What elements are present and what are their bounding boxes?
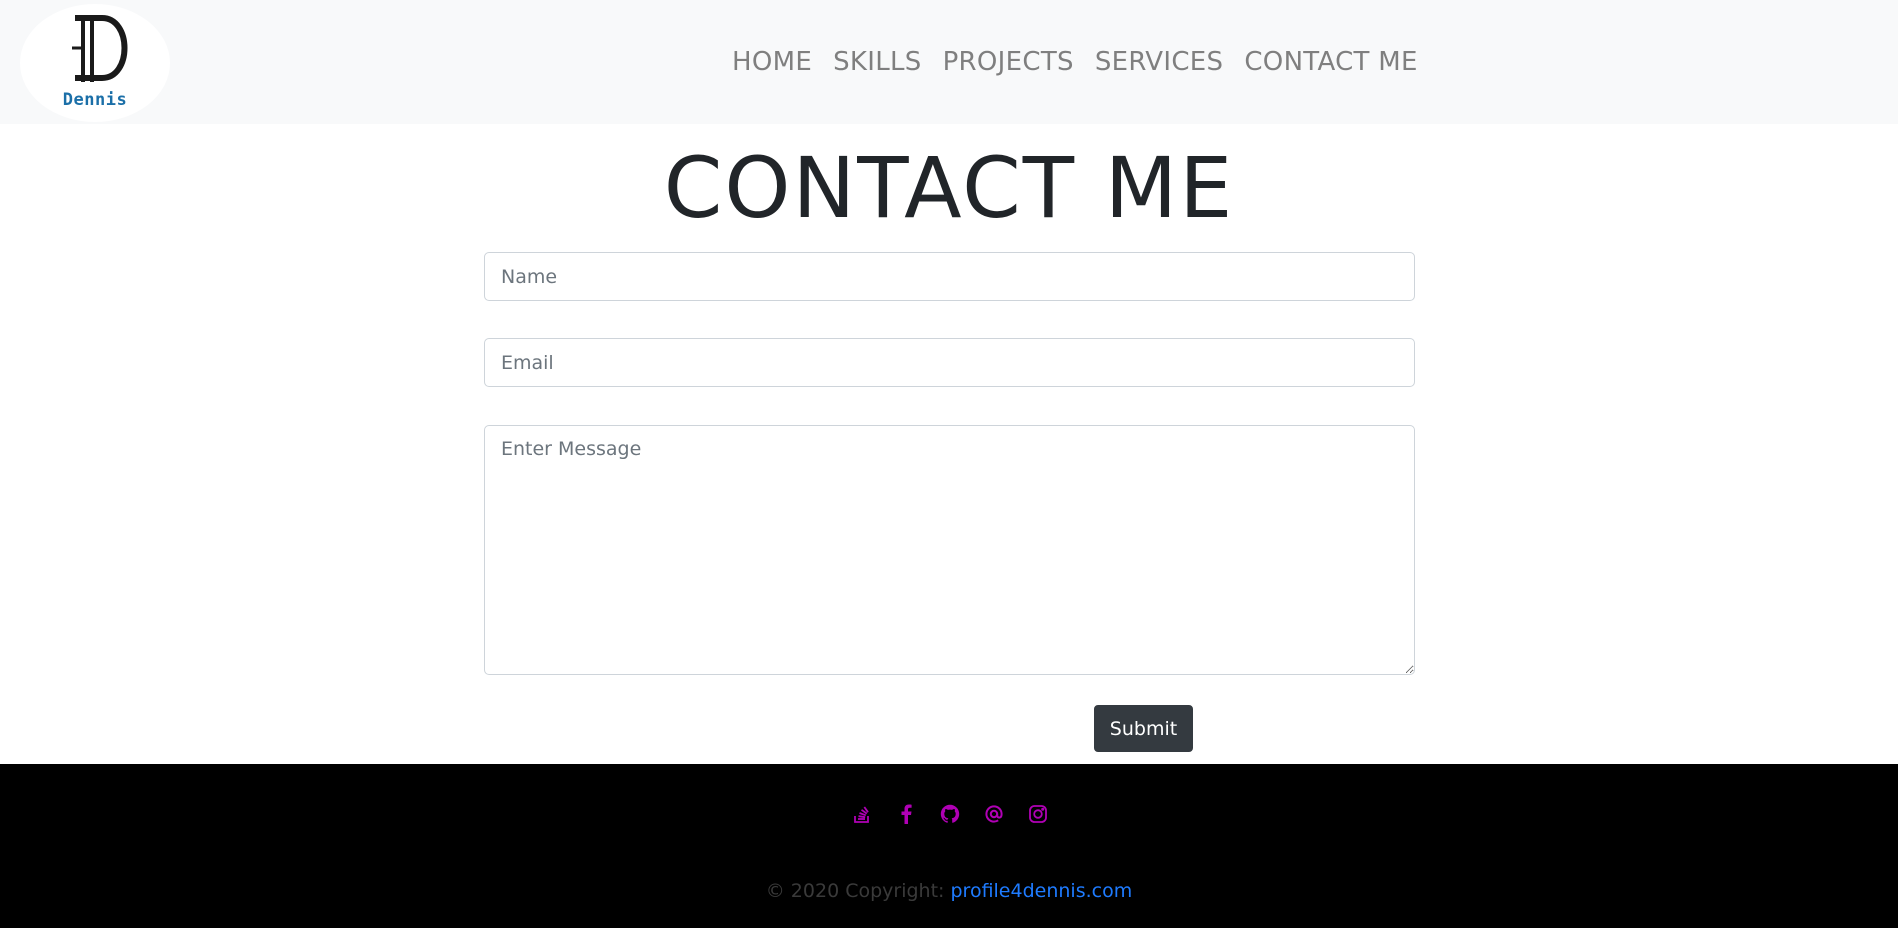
nav-projects[interactable]: PROJECTS	[943, 44, 1074, 80]
social-links	[850, 802, 1050, 826]
logo-d-icon	[72, 15, 128, 82]
facebook-icon[interactable]	[894, 802, 918, 826]
logo-text: Dennis	[62, 90, 128, 110]
github-icon[interactable]	[938, 802, 962, 826]
copyright-text: © 2020 Copyright:	[765, 880, 951, 902]
instagram-icon[interactable]	[1026, 802, 1050, 826]
name-field[interactable]	[484, 252, 1415, 301]
nav-home[interactable]: HOME	[732, 44, 812, 80]
email-at-icon[interactable]	[982, 802, 1006, 826]
nav-contact-me[interactable]: CONTACT ME	[1244, 44, 1417, 80]
copyright: © 2020 Copyright: profile4dennis.com	[0, 880, 1898, 902]
message-field[interactable]	[484, 425, 1415, 675]
stack-overflow-icon[interactable]	[850, 802, 874, 826]
main-nav: HOME SKILLS PROJECTS SERVICES CONTACT ME	[732, 44, 1418, 80]
navbar: Dennis HOME SKILLS PROJECTS SERVICES CON…	[0, 0, 1898, 124]
email-field[interactable]	[484, 338, 1415, 387]
page-bottom-strip	[0, 928, 1898, 947]
page-title: CONTACT ME	[663, 139, 1235, 237]
footer: © 2020 Copyright: profile4dennis.com	[0, 764, 1898, 928]
submit-button[interactable]: Submit	[1094, 705, 1193, 752]
copyright-link[interactable]: profile4dennis.com	[950, 880, 1132, 902]
nav-skills[interactable]: SKILLS	[833, 44, 922, 80]
nav-services[interactable]: SERVICES	[1095, 44, 1224, 80]
logo[interactable]: Dennis	[20, 4, 170, 122]
